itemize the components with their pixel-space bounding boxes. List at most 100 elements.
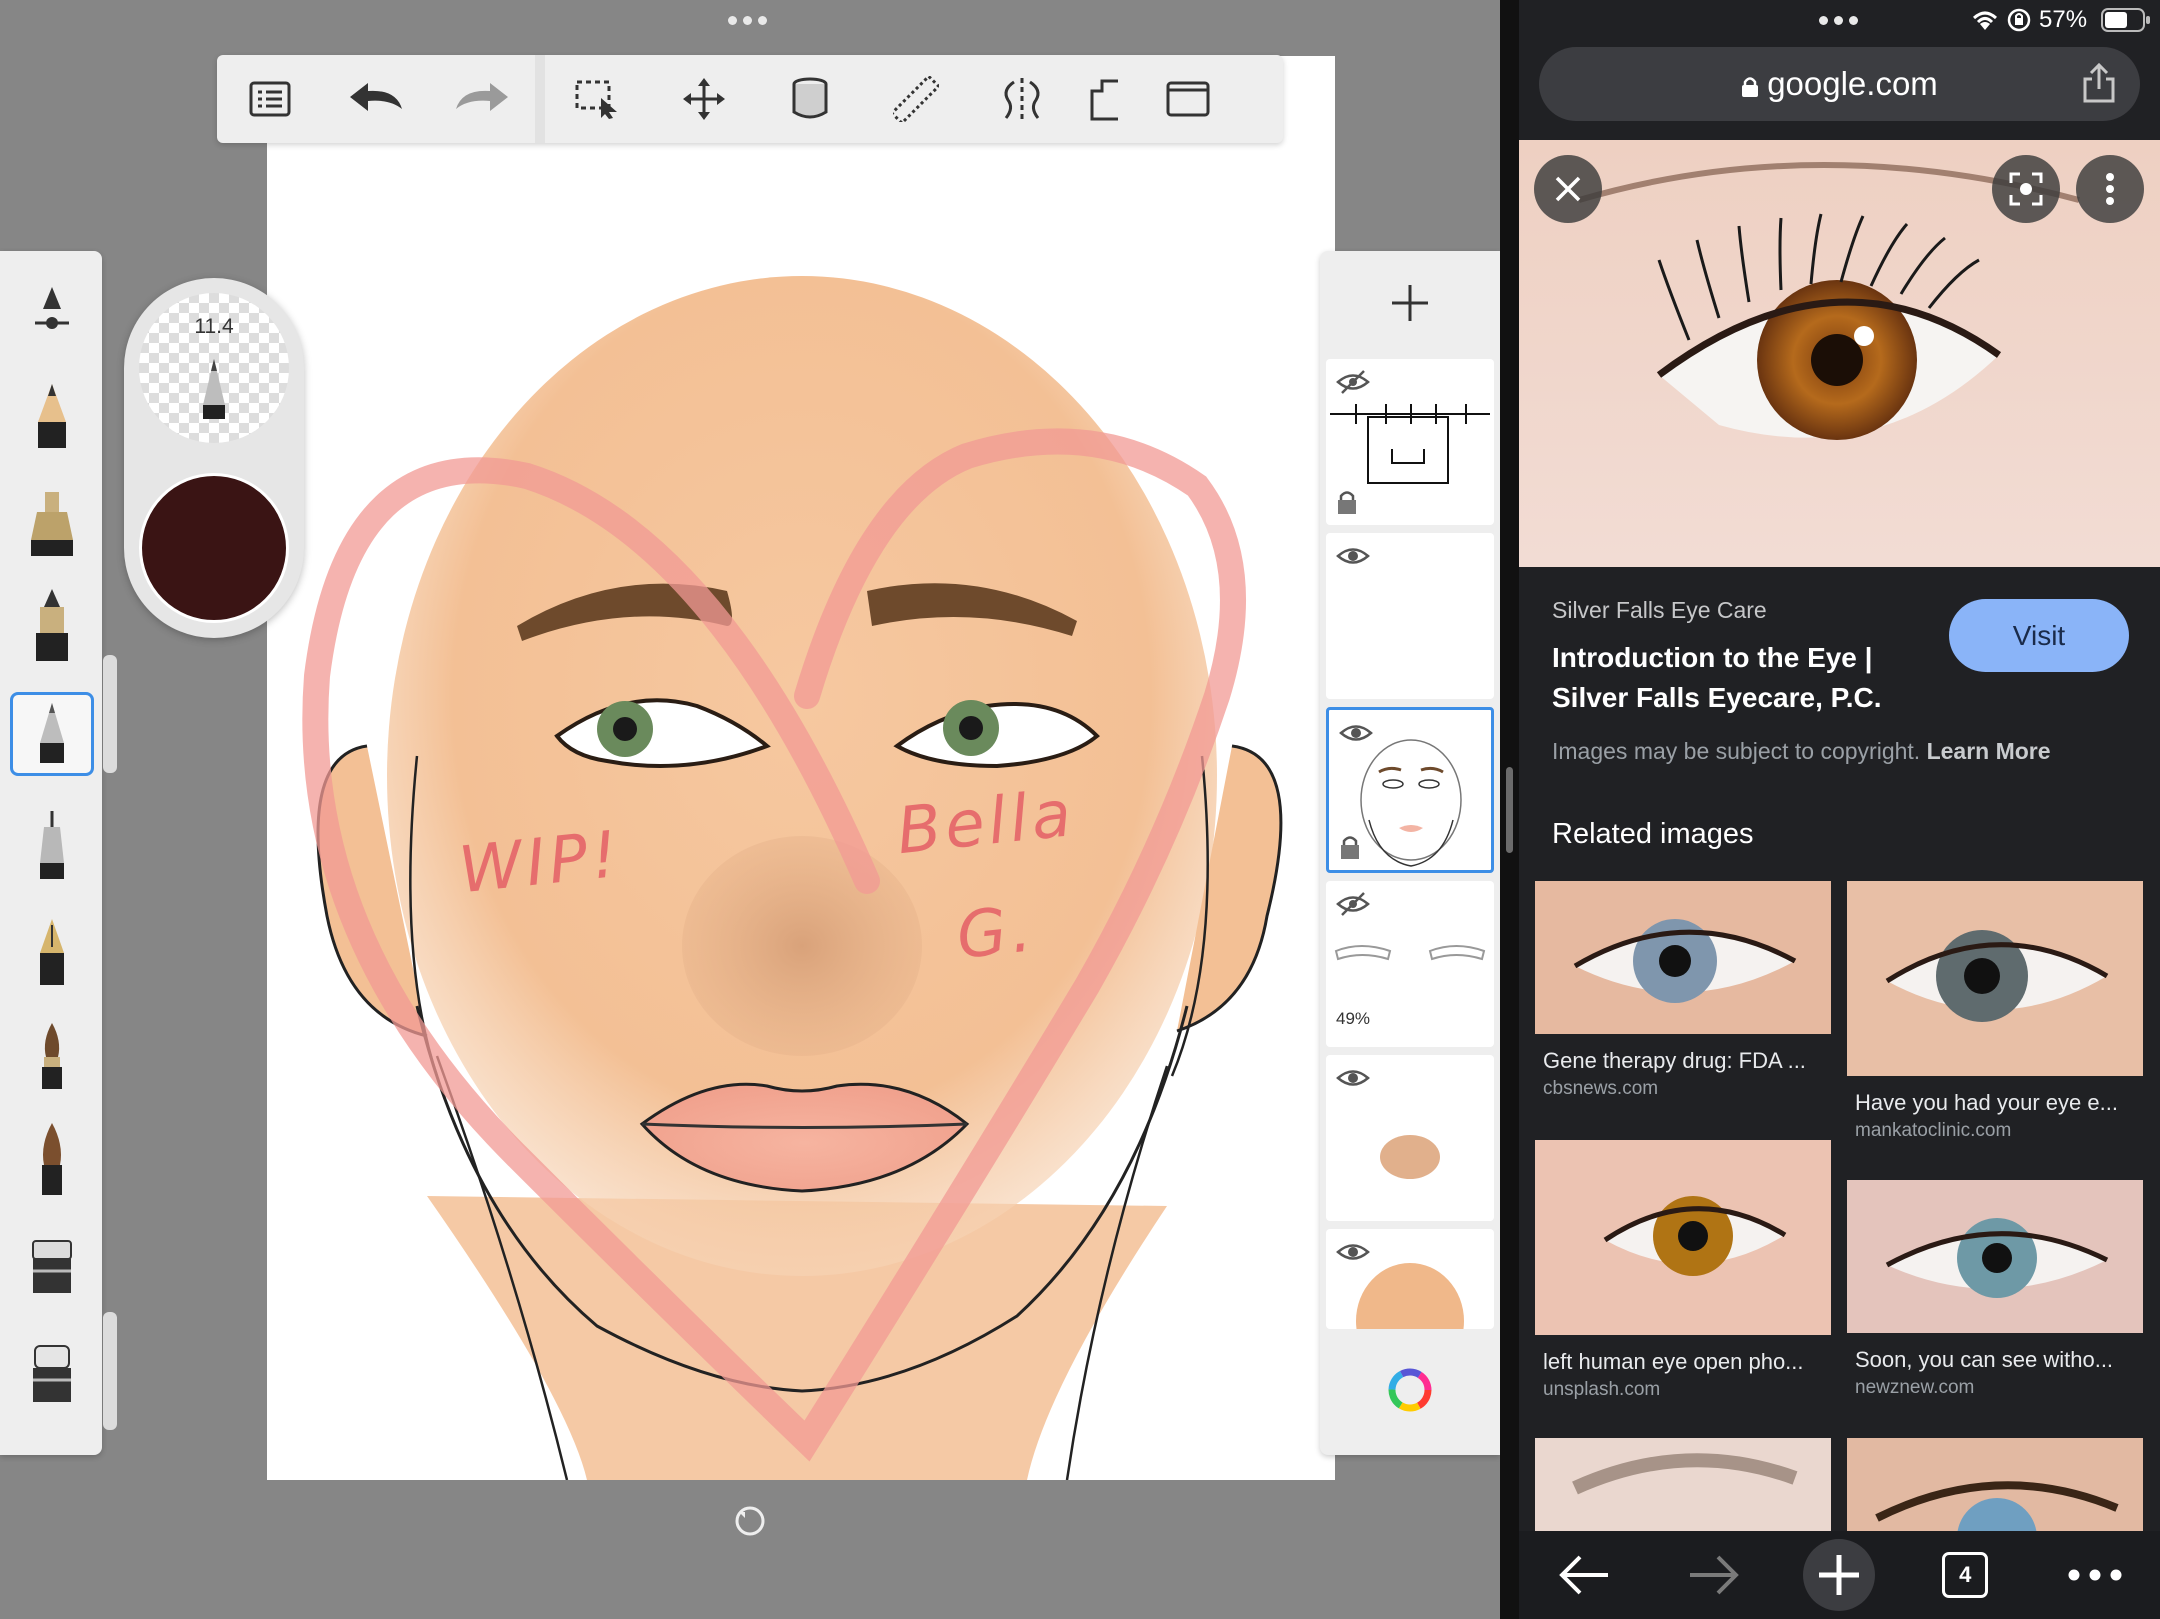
new-tab-button[interactable] [1803, 1539, 1876, 1611]
top-toolbar [217, 55, 1283, 143]
wifi-icon [1972, 11, 1998, 30]
forward-button[interactable] [1674, 1535, 1754, 1615]
fill-button[interactable] [757, 55, 863, 143]
related-images-heading: Related images [1552, 818, 1754, 850]
tab-switcher-button[interactable]: 4 [1925, 1535, 2005, 1615]
brush-panel [0, 251, 102, 1455]
multitask-dots[interactable] [728, 16, 767, 32]
canvas-artwork [302, 276, 1283, 1480]
plus-icon [1392, 285, 1428, 321]
status-bar: 57% [1519, 0, 2160, 40]
learn-more-link[interactable]: Learn More [1927, 738, 2051, 764]
lens-search-button[interactable] [1992, 155, 2060, 223]
close-preview-button[interactable] [1534, 155, 1602, 223]
preview-image[interactable] [1519, 140, 2160, 567]
brush-paintbrush[interactable] [10, 1015, 94, 1099]
back-button[interactable] [1544, 1535, 1624, 1615]
add-layer-button[interactable] [1320, 251, 1500, 355]
related-eye-image-6 [1847, 1438, 2143, 1531]
split-view-handle[interactable] [1506, 767, 1513, 853]
fill-icon [792, 77, 828, 119]
orientation-lock-icon [2007, 8, 2031, 32]
multitask-dots[interactable] [1819, 16, 1858, 32]
brush-smudge[interactable] [10, 1333, 94, 1417]
brush-airbrush-active[interactable] [10, 692, 94, 776]
brush-marker[interactable] [10, 483, 94, 567]
related-domain-4: newznew.com [1855, 1377, 1975, 1398]
eraser-icon [32, 1240, 72, 1293]
related-image-1[interactable]: Gene therapy drug: FDA ... cbsnews.com [1535, 881, 1831, 1100]
plus-icon [1819, 1555, 1860, 1595]
brush-size-indicator[interactable]: 11.4 [139, 293, 289, 443]
related-domain-2: mankatoclinic.com [1855, 1120, 2012, 1141]
airbrush-icon [40, 703, 64, 763]
related-title-2: Have you had your eye e... [1855, 1090, 2118, 1115]
lock-icon [1338, 491, 1356, 514]
result-title[interactable]: Introduction to the Eye | Silver Falls E… [1552, 638, 1932, 718]
related-image-6[interactable] [1847, 1438, 2143, 1531]
brush-technical-pen[interactable] [10, 803, 94, 887]
layer-4[interactable]: 49% [1326, 881, 1494, 1047]
ink-pen-icon [36, 589, 68, 661]
perspective-button[interactable] [1075, 55, 1135, 143]
share-icon[interactable] [2082, 63, 2116, 103]
brush-size-handle[interactable] [103, 655, 117, 773]
brush-eraser[interactable] [10, 1225, 94, 1309]
related-image-3[interactable]: left human eye open pho... unsplash.com [1535, 1140, 1831, 1401]
related-title-4: Soon, you can see witho... [1855, 1347, 2114, 1372]
browser-app: 57% google.com Silver Falls Eye Care Int… [1519, 0, 2160, 1619]
brush-ink-pen[interactable] [10, 583, 94, 667]
sketch-app: WIP! Bella G. 11.4 49% [0, 0, 1500, 1619]
brush-opacity-handle[interactable] [103, 1312, 117, 1430]
redo-button[interactable] [429, 55, 535, 143]
brush-fountain-pen[interactable] [10, 911, 94, 995]
redo-icon [456, 83, 508, 111]
layer-3-active[interactable] [1326, 707, 1494, 873]
fullscreen-button[interactable] [1135, 55, 1241, 143]
color-wheel-button[interactable] [1320, 1325, 1500, 1455]
smudge-icon [33, 1345, 71, 1402]
symmetry-button[interactable] [969, 55, 1075, 143]
layer-2[interactable] [1326, 533, 1494, 699]
address-bar[interactable]: google.com [1539, 47, 2140, 121]
pencil-icon [38, 384, 66, 448]
layer-5[interactable] [1326, 1055, 1494, 1221]
menu-button[interactable] [217, 55, 323, 143]
lens-icon [2009, 172, 2043, 206]
related-image-2[interactable]: Have you had your eye e... mankatoclinic… [1847, 881, 2143, 1142]
related-image-4[interactable]: Soon, you can see witho... newznew.com [1847, 1180, 2143, 1399]
more-vertical-icon [2106, 173, 2114, 205]
rotate-canvas-icon[interactable] [733, 1504, 767, 1538]
drawing-canvas[interactable]: WIP! Bella G. [267, 56, 1335, 1480]
lock-icon [1341, 836, 1359, 859]
layer-6[interactable] [1326, 1229, 1494, 1329]
related-eye-image-4 [1847, 1180, 2143, 1333]
lock-icon [1742, 77, 1759, 97]
brush-watercolor[interactable] [10, 1117, 94, 1201]
related-title-3: left human eye open pho... [1543, 1349, 1804, 1374]
selection-icon [575, 80, 617, 119]
marker-icon [31, 492, 73, 556]
visit-button[interactable]: Visit [1949, 599, 2129, 672]
related-title-1: Gene therapy drug: FDA ... [1543, 1048, 1806, 1073]
layer-5-preview [1380, 1135, 1440, 1179]
browser-bottom-bar: 4 [1519, 1531, 2160, 1619]
selection-button[interactable] [545, 55, 651, 143]
canvas-label-initial: G. [953, 892, 1039, 974]
layer-4-opacity: 49% [1336, 1009, 1371, 1028]
more-menu-button[interactable] [2055, 1535, 2135, 1615]
list-icon [249, 81, 291, 117]
back-arrow-icon [1559, 1555, 1608, 1595]
related-image-5[interactable] [1535, 1438, 1831, 1531]
more-options-button[interactable] [2076, 155, 2144, 223]
layer-1[interactable] [1326, 359, 1494, 525]
move-button[interactable] [651, 55, 757, 143]
brush-properties-button[interactable] [10, 267, 94, 351]
brush-pencil[interactable] [10, 375, 94, 459]
ruler-button[interactable] [863, 55, 969, 143]
battery-icon [2101, 8, 2150, 32]
fountain-pen-icon [40, 919, 64, 985]
undo-button[interactable] [323, 55, 429, 143]
brush-color-swatch[interactable] [139, 473, 289, 623]
split-view-divider[interactable] [1500, 0, 1519, 1619]
